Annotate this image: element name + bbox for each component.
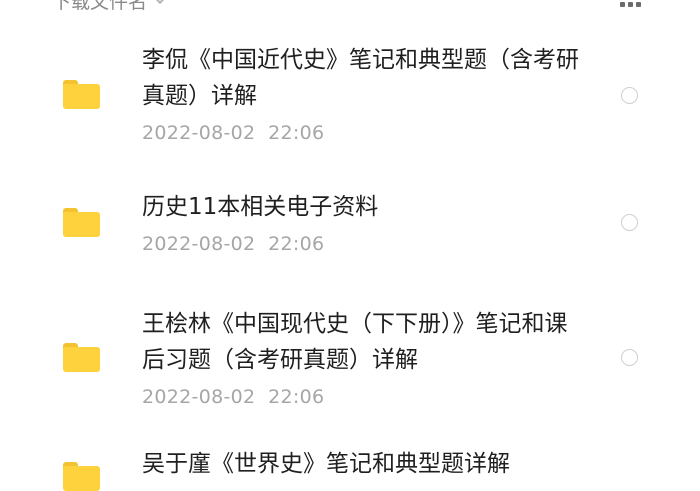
select-checkbox[interactable] — [621, 349, 638, 366]
file-date: 2022-08-02 22:06 — [142, 386, 325, 408]
file-name: 王桧林《中国现代史（下下册）》笔记和课后习题（含考研真题）详解 — [142, 311, 568, 373]
file-name: 历史11本相关电子资料 — [142, 194, 379, 220]
sort-dropdown[interactable]: 下载文件名 — [52, 0, 168, 13]
chevron-down-icon — [152, 0, 168, 5]
view-toggle-icon[interactable] — [620, 2, 642, 8]
file-date: 2022-08-02 22:06 — [142, 122, 325, 144]
file-name: 吴于廑《世界史》笔记和典型题详解 — [142, 451, 510, 477]
folder-icon — [63, 343, 100, 372]
file-name: 李侃《中国近代史》笔记和典型题（含考研真题）详解 — [142, 47, 579, 109]
sort-label: 下载文件名 — [52, 0, 148, 13]
select-checkbox[interactable] — [621, 87, 638, 104]
folder-icon — [63, 462, 100, 491]
file-date: 2022-08-02 22:06 — [142, 233, 325, 255]
folder-icon — [63, 80, 100, 109]
folder-icon — [63, 208, 100, 237]
select-checkbox[interactable] — [621, 214, 638, 231]
